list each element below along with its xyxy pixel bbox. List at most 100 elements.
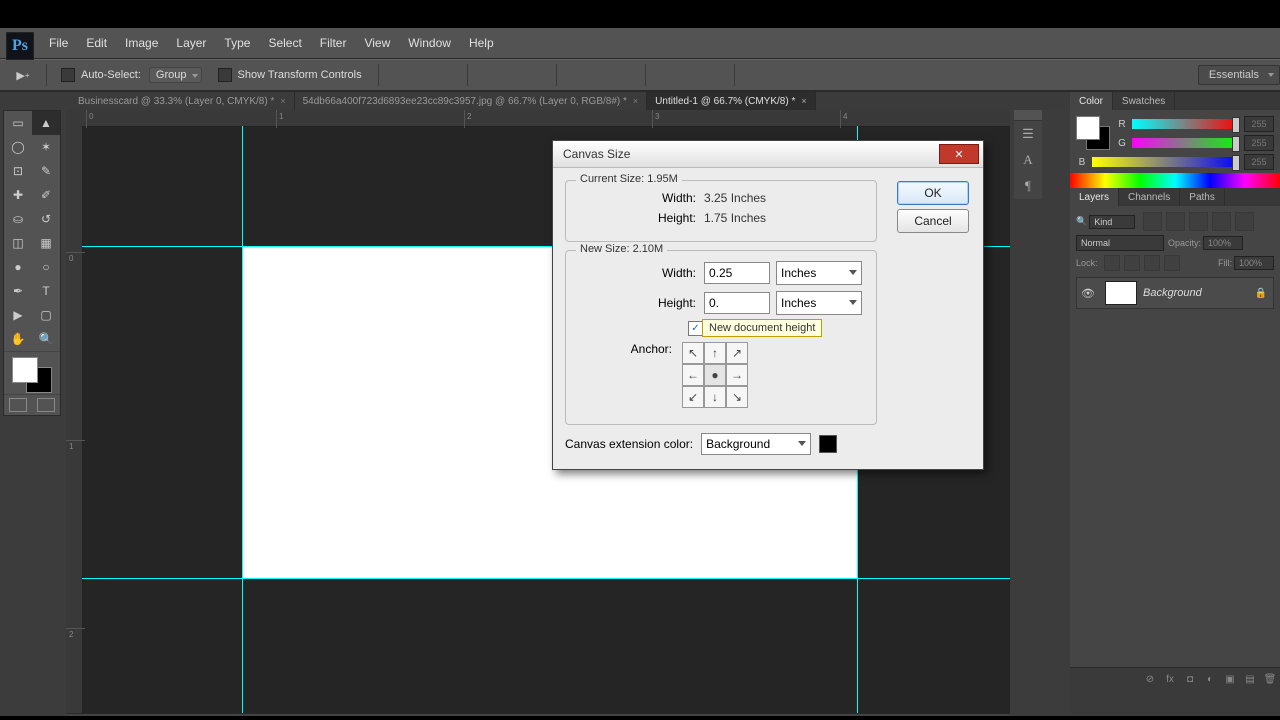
- quickmask-icon[interactable]: [9, 398, 27, 412]
- paragraph-panel-icon[interactable]: ¶: [1014, 173, 1042, 199]
- lasso-tool[interactable]: ◯: [4, 135, 32, 159]
- anchor-ne[interactable]: ↗: [726, 342, 748, 364]
- b-value[interactable]: 255: [1244, 154, 1274, 170]
- marquee-tool[interactable]: ▭: [4, 111, 32, 135]
- dialog-close-icon[interactable]: ✕: [939, 144, 979, 164]
- menu-select[interactable]: Select: [259, 36, 310, 50]
- distribute-icon[interactable]: [616, 66, 634, 84]
- extension-color-swatch[interactable]: [819, 435, 837, 453]
- anchor-nw[interactable]: ↖: [682, 342, 704, 364]
- show-transform-checkbox[interactable]: [218, 68, 232, 82]
- guide-horizontal[interactable]: [82, 578, 1010, 579]
- distribute-icon[interactable]: [592, 66, 610, 84]
- quick-select-tool[interactable]: ✶: [32, 135, 60, 159]
- new-group-icon[interactable]: ▣: [1220, 674, 1240, 685]
- fill-value[interactable]: 100%: [1234, 256, 1274, 270]
- new-width-input[interactable]: [704, 262, 770, 284]
- menu-help[interactable]: Help: [460, 36, 503, 50]
- layer-row[interactable]: 👁 Background 🔒: [1076, 277, 1274, 309]
- layer-visibility-icon[interactable]: 👁: [1077, 287, 1099, 300]
- tab-close-icon[interactable]: ×: [801, 96, 806, 106]
- gradient-tool[interactable]: ▦: [32, 231, 60, 255]
- swatches-tab[interactable]: Swatches: [1113, 92, 1175, 110]
- filter-type-icon[interactable]: [1189, 212, 1208, 231]
- screenmode-icon[interactable]: [37, 398, 55, 412]
- horizontal-ruler[interactable]: 0 1 2 3 4: [82, 110, 1010, 127]
- healing-tool[interactable]: ✚: [4, 183, 32, 207]
- doc-tab[interactable]: Businesscard @ 33.3% (Layer 0, CMYK/8) *…: [70, 92, 295, 110]
- lock-pixels-icon[interactable]: [1124, 255, 1140, 271]
- guide-vertical[interactable]: [242, 126, 243, 714]
- layer-filter-kind[interactable]: Kind: [1089, 215, 1135, 229]
- foreground-background-swatch[interactable]: [4, 351, 60, 394]
- opacity-value[interactable]: 100%: [1203, 236, 1243, 250]
- anchor-n[interactable]: ↑: [704, 342, 726, 364]
- width-unit-dropdown[interactable]: Inches: [776, 261, 862, 285]
- channels-tab[interactable]: Channels: [1119, 188, 1180, 206]
- layer-mask-icon[interactable]: ◘: [1180, 674, 1200, 685]
- align-icon[interactable]: [503, 66, 521, 84]
- align-icon[interactable]: [479, 66, 497, 84]
- menu-file[interactable]: File: [40, 36, 77, 50]
- panel-handle[interactable]: [1014, 110, 1042, 121]
- r-value[interactable]: 255: [1244, 116, 1274, 132]
- color-tab[interactable]: Color: [1070, 92, 1113, 110]
- doc-tab[interactable]: Untitled-1 @ 66.7% (CMYK/8) *×: [647, 92, 815, 110]
- current-tool-icon[interactable]: ▶+: [8, 64, 38, 86]
- layer-fx-icon[interactable]: fx: [1160, 674, 1180, 685]
- filter-smart-icon[interactable]: [1235, 212, 1254, 231]
- r-slider[interactable]: [1132, 119, 1240, 129]
- blend-mode-dropdown[interactable]: Normal: [1076, 235, 1164, 251]
- layer-name[interactable]: Background: [1143, 287, 1202, 299]
- menu-filter[interactable]: Filter: [311, 36, 356, 50]
- link-layers-icon[interactable]: ⊘: [1140, 674, 1160, 685]
- align-icon[interactable]: [438, 66, 456, 84]
- stamp-tool[interactable]: ⛀: [4, 207, 32, 231]
- anchor-sw[interactable]: ↙: [682, 386, 704, 408]
- distribute-icon[interactable]: [657, 66, 675, 84]
- delete-layer-icon[interactable]: 🗑: [1260, 674, 1280, 685]
- crop-tool[interactable]: ⊡: [4, 159, 32, 183]
- history-brush-tool[interactable]: ↺: [32, 207, 60, 231]
- anchor-s[interactable]: ↓: [704, 386, 726, 408]
- menu-image[interactable]: Image: [116, 36, 167, 50]
- height-unit-dropdown[interactable]: Inches: [776, 291, 862, 315]
- g-value[interactable]: 255: [1244, 135, 1274, 151]
- history-panel-icon[interactable]: ☰: [1014, 121, 1042, 147]
- paths-tab[interactable]: Paths: [1180, 188, 1225, 206]
- relative-checkbox[interactable]: ✓: [688, 321, 703, 336]
- hand-tool[interactable]: ✋: [4, 327, 32, 351]
- menu-layer[interactable]: Layer: [167, 36, 215, 50]
- tab-close-icon[interactable]: ×: [633, 96, 638, 106]
- eyedropper-tool[interactable]: ✎: [32, 159, 60, 183]
- align-icon[interactable]: [414, 66, 432, 84]
- brush-tool[interactable]: ✐: [32, 183, 60, 207]
- anchor-e[interactable]: →: [726, 364, 748, 386]
- anchor-center[interactable]: ●: [704, 364, 726, 386]
- layers-tab[interactable]: Layers: [1070, 188, 1119, 206]
- zoom-tool[interactable]: 🔍: [32, 327, 60, 351]
- autoselect-checkbox[interactable]: [61, 68, 75, 82]
- dodge-tool[interactable]: ○: [32, 255, 60, 279]
- autoselect-target-dropdown[interactable]: Group: [149, 67, 202, 83]
- character-panel-icon[interactable]: A: [1014, 147, 1042, 173]
- filter-pixel-icon[interactable]: [1143, 212, 1162, 231]
- menu-window[interactable]: Window: [399, 36, 460, 50]
- distribute-icon[interactable]: [681, 66, 699, 84]
- vertical-ruler[interactable]: 0 1 2: [66, 126, 83, 714]
- anchor-w[interactable]: ←: [682, 364, 704, 386]
- mini-swatch[interactable]: [1076, 116, 1110, 150]
- distribute-icon[interactable]: [705, 66, 723, 84]
- anchor-se[interactable]: ↘: [726, 386, 748, 408]
- new-adjustment-icon[interactable]: ◐: [1200, 674, 1220, 685]
- layer-thumbnail[interactable]: [1105, 281, 1137, 305]
- new-height-input[interactable]: [704, 292, 770, 314]
- menu-type[interactable]: Type: [215, 36, 259, 50]
- menu-edit[interactable]: Edit: [77, 36, 116, 50]
- g-slider[interactable]: [1132, 138, 1240, 148]
- align-icon[interactable]: [390, 66, 408, 84]
- shape-tool[interactable]: ▢: [32, 303, 60, 327]
- ok-button[interactable]: OK: [897, 181, 969, 205]
- extension-color-dropdown[interactable]: Background: [701, 433, 811, 455]
- foreground-color-swatch[interactable]: [12, 357, 38, 383]
